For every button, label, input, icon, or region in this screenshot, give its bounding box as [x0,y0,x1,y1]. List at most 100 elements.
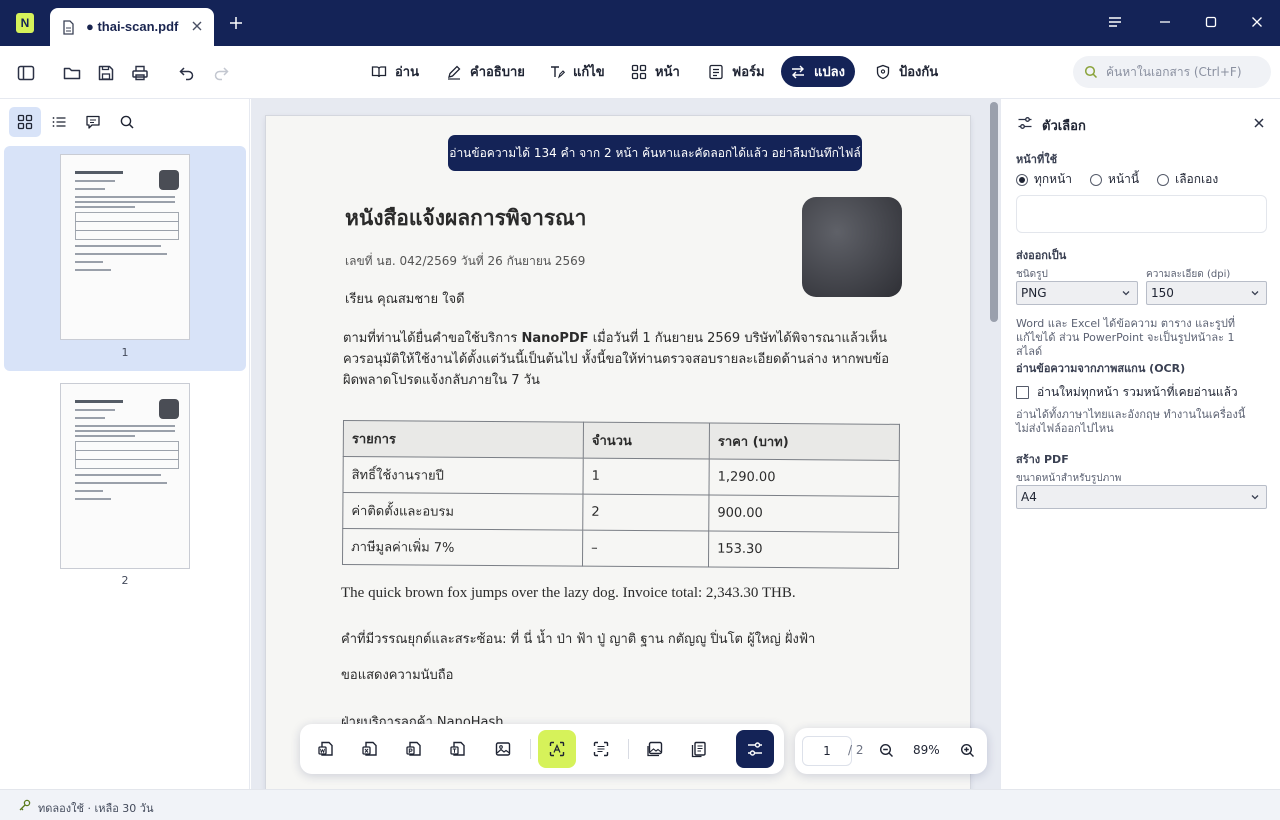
sliders-icon [748,742,762,756]
table-cell: ภาษีมูลค่าเพิ่ม 7% [342,528,583,567]
menu-icon[interactable] [1107,14,1123,30]
table-cell: 900.00 [708,495,899,533]
close-panel-icon[interactable] [1253,117,1265,129]
reocr-checkbox-row[interactable]: อ่านใหม่ทุกหน้า รวมหน้าที่เคยอ่านแล้ว [1016,383,1238,402]
mode-edit-button[interactable]: แก้ไข [540,56,615,87]
format-label: ชนิดรูป [1016,269,1048,280]
zoom-out-icon[interactable] [879,743,894,758]
zoom-level[interactable]: 89% [913,743,940,757]
mode-read-button[interactable]: อ่าน [362,56,429,87]
radio-label: หน้านี้ [1108,172,1140,186]
zoom-in-icon[interactable] [960,743,975,758]
thumbnail-sidebar: 1 2 [0,99,250,789]
search-icon [1084,65,1098,79]
comments-tab[interactable] [77,107,109,137]
mode-pages-button[interactable]: หน้า [622,56,690,87]
table-cell: 1,290.00 [708,459,900,497]
search-input[interactable] [1106,65,1266,79]
title-bar: N ● thai-scan.pdf [0,0,1280,46]
radio-this-page[interactable]: หน้านี้ [1090,170,1139,189]
page-thumbnail[interactable]: 1 [4,146,246,371]
options-toggle-button[interactable] [736,730,774,768]
image-pdf-icon [647,741,663,757]
export-section-label: ส่งออกเป็น [1016,249,1067,262]
mode-convert-label: แปลง [814,64,845,79]
radio-label: เลือกเอง [1175,172,1219,186]
search-icon [120,115,134,129]
table-cell: 1 [582,458,710,496]
text-file-icon [450,741,465,756]
document-canvas[interactable]: หนังสือแจ้งผลการพิจารณา เลขที่ นฮ. 042/2… [251,99,1000,789]
new-tab-icon[interactable] [228,15,244,31]
convert-icon [792,65,804,78]
to-text-button[interactable] [439,730,477,768]
convert-tools-bar [300,724,784,774]
english-line: The quick brown fox jumps over the lazy … [341,585,796,601]
undo-icon[interactable] [177,63,197,83]
export-note: Word และ Excel ได้ข้อความ ตาราง และรูปที… [1016,317,1236,358]
image-to-pdf-button[interactable] [636,730,674,768]
toolbar: อ่าน คำอธิบาย แก้ไข หน้า ฟอร์ม แปลง ป้อง… [0,46,1280,99]
page-size-select[interactable]: A4 [1016,485,1267,509]
to-excel-button[interactable] [351,730,389,768]
ocr-note: อ่านได้ทั้งภาษาไทยและอังกฤษ ทำงานในเครื่… [1016,408,1246,435]
chevron-down-icon [1122,291,1130,296]
outline-tab[interactable] [43,107,75,137]
radio-dot[interactable] [1016,173,1028,186]
page-number-input[interactable] [802,736,852,766]
mode-pages-label: หน้า [655,64,680,79]
table-row: ค่าติดตั้งและอบรม 2 900.00 [342,492,899,533]
file-icon [63,20,74,35]
mode-edit-label: แก้ไข [573,64,605,79]
thumbnails-tab[interactable] [9,107,41,137]
search-box[interactable] [1073,56,1271,88]
create-pdf-button[interactable] [680,730,718,768]
image-format-select[interactable]: PNG [1016,281,1138,305]
close-tab-icon[interactable] [190,19,204,33]
sidebar-toggle-icon[interactable] [16,63,36,83]
table-cell: 153.30 [708,531,899,569]
to-word-button[interactable] [307,730,345,768]
app-logo: N [16,13,34,33]
pdf-page[interactable]: หนังสือแจ้งผลการพิจารณา เลขที่ นฮ. 042/2… [266,116,970,789]
trial-status: ทดลองใช้ · เหลือ 30 วัน [38,802,154,815]
to-image-button[interactable] [484,730,522,768]
search-tab[interactable] [111,107,143,137]
thumbnail-page-number: 2 [121,574,129,587]
table-header: ราคา (บาท) [709,423,900,461]
mode-annotate-button[interactable]: คำอธิบาย [437,56,535,87]
vertical-scrollbar[interactable] [990,102,998,322]
excel-file-icon [362,741,377,756]
close-window-icon[interactable] [1249,14,1265,30]
redo-icon[interactable] [211,63,231,83]
page-range-input[interactable] [1016,195,1267,233]
minimize-icon[interactable] [1157,14,1173,30]
ocr-result-banner: อ่านข้อความได้ 134 คำ จาก 2 หน้า ค้นหาแล… [448,135,862,171]
save-icon[interactable] [96,63,116,83]
document-tab[interactable]: ● thai-scan.pdf [50,8,214,46]
image-icon [495,742,511,756]
reocr-checkbox[interactable] [1016,386,1029,399]
dpi-label: ความละเอียด (dpi) [1146,269,1231,280]
mode-form-button[interactable]: ฟอร์ม [699,56,775,87]
select-value: PNG [1021,286,1047,300]
to-powerpoint-button[interactable] [395,730,433,768]
open-folder-icon[interactable] [62,63,82,83]
radio-dot[interactable] [1157,173,1170,186]
page-thumbnail[interactable]: 2 [4,374,246,599]
radio-custom[interactable]: เลือกเอง [1157,170,1218,189]
scan-area-button[interactable] [582,730,620,768]
key-icon [19,799,31,811]
chevron-down-icon [1251,291,1259,296]
radio-all-pages[interactable]: ทุกหน้า [1016,170,1072,189]
ocr-button[interactable] [538,730,576,768]
maximize-icon[interactable] [1203,14,1219,30]
radio-dot[interactable] [1090,173,1103,186]
word-file-icon [318,741,333,756]
mode-protect-button[interactable]: ป้องกัน [866,56,948,87]
mode-convert-button[interactable]: แปลง [781,56,855,87]
print-icon[interactable] [130,63,150,83]
powerpoint-file-icon [406,741,421,756]
mode-protect-label: ป้องกัน [899,64,939,79]
dpi-select[interactable]: 150 [1146,281,1267,305]
